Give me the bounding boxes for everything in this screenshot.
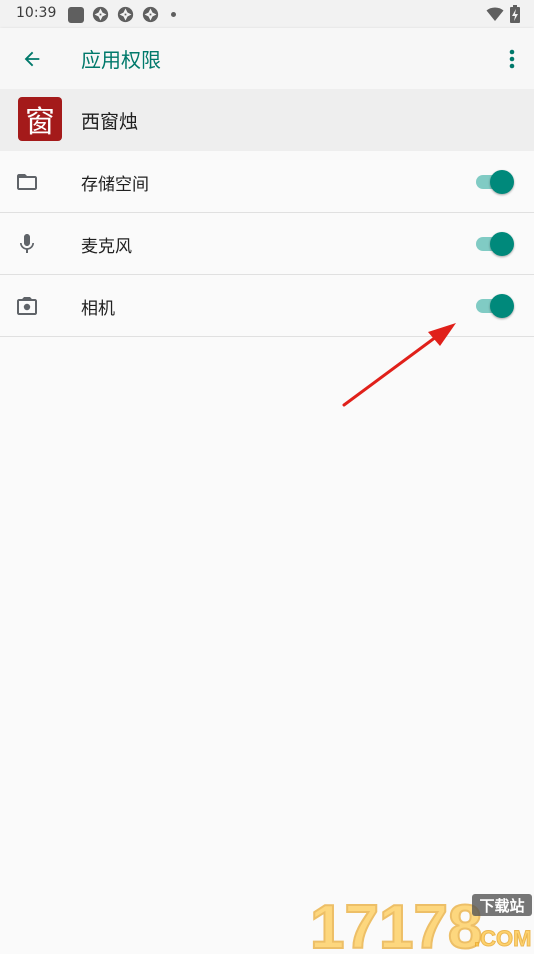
status-system-icons <box>486 5 520 23</box>
app-bar: 应用权限 <box>0 28 534 89</box>
back-button[interactable] <box>14 41 50 77</box>
permission-label: 存储空间 <box>81 175 149 195</box>
status-time: 10:39 <box>16 5 57 21</box>
app-name: 西窗烛 <box>81 111 139 133</box>
toggle-thumb <box>490 294 514 318</box>
microphone-icon <box>14 231 40 257</box>
microphone-toggle[interactable] <box>474 232 514 256</box>
storage-toggle[interactable] <box>474 170 514 194</box>
watermark-logo: 17178 下载站 .COM <box>308 888 534 954</box>
battery-charging-icon <box>510 5 520 23</box>
app-icon-glyph: 窗 <box>25 105 55 140</box>
permission-row-camera[interactable]: 相机 <box>0 275 534 337</box>
permission-row-microphone[interactable]: 麦克风 <box>0 213 534 275</box>
aperture-icon <box>142 6 159 23</box>
camera-icon <box>14 293 40 319</box>
aperture-icon <box>117 6 134 23</box>
page-title: 应用权限 <box>81 48 161 72</box>
notification-dot-icon <box>171 12 176 17</box>
permission-label: 麦克风 <box>81 237 132 257</box>
wifi-icon <box>486 7 504 21</box>
app-icon: 窗 <box>18 97 62 141</box>
arrow-back-icon <box>24 51 40 67</box>
watermark-domain: .COM <box>474 926 531 950</box>
status-notification-icons <box>68 6 176 23</box>
permission-row-storage[interactable]: 存储空间 <box>0 151 534 213</box>
more-options-button[interactable] <box>500 41 524 77</box>
folder-icon <box>14 169 40 195</box>
status-bar: 10:39 <box>0 0 534 28</box>
app-header: 窗 西窗烛 <box>0 89 534 151</box>
photo-app-icon <box>68 6 84 23</box>
aperture-icon <box>92 6 109 23</box>
more-vert-icon <box>509 49 515 69</box>
permission-label: 相机 <box>81 299 115 319</box>
watermark-number: 17178 <box>310 893 482 950</box>
watermark-tag: 下载站 <box>479 897 524 915</box>
toggle-thumb <box>490 170 514 194</box>
camera-toggle[interactable] <box>474 294 514 318</box>
toggle-thumb <box>490 232 514 256</box>
